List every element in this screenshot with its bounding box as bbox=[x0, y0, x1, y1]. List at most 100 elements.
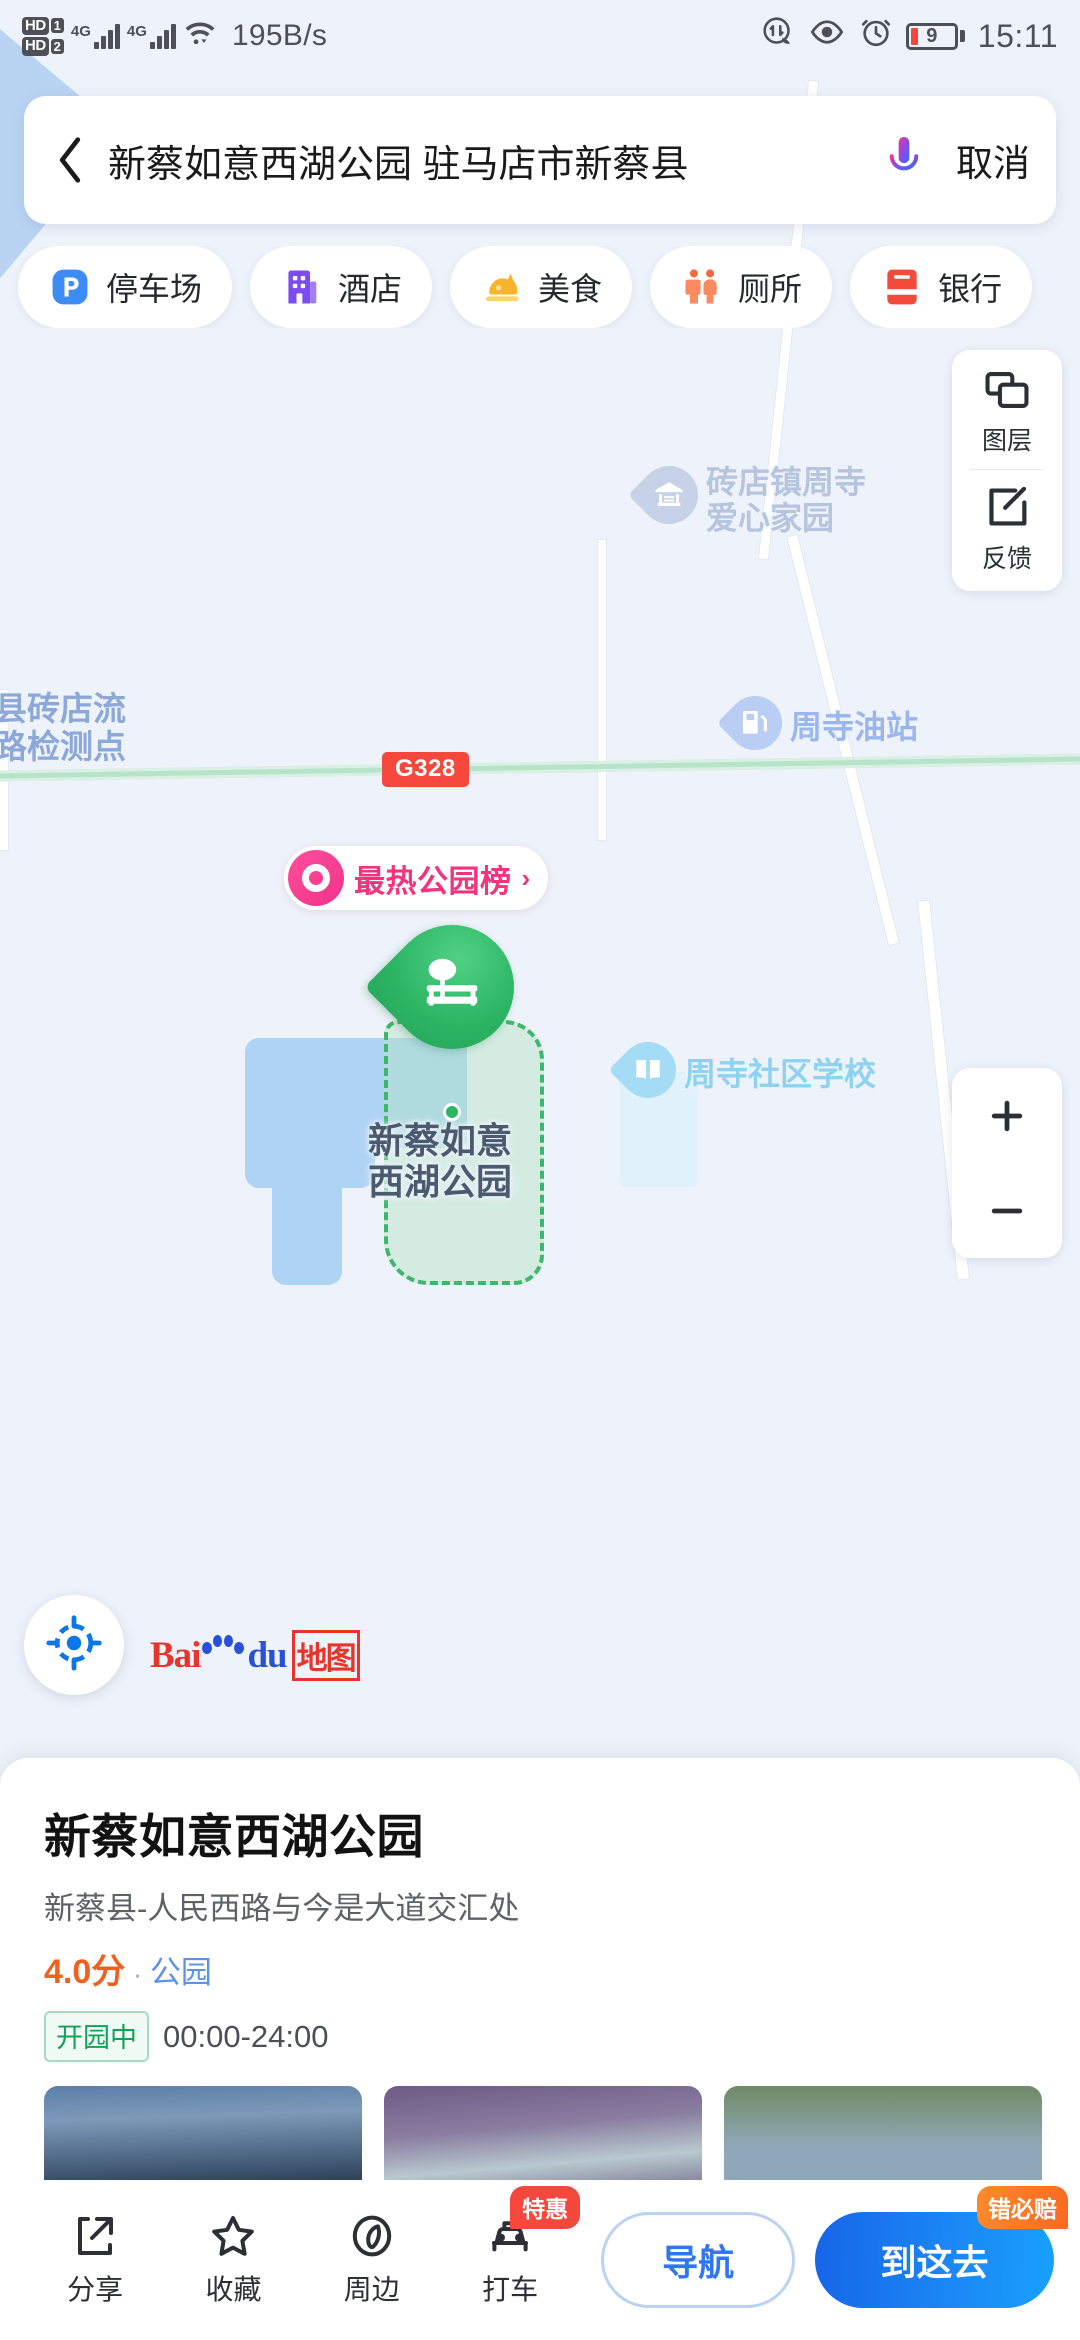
map-poi-label: 周寺社区学校 bbox=[684, 1056, 877, 1093]
map-park-block bbox=[272, 1130, 342, 1285]
map-poi-school[interactable]: 周寺社区学校 bbox=[608, 1030, 877, 1110]
layers-label: 图层 bbox=[981, 427, 1032, 455]
bottom-item-label: 分享 bbox=[67, 2274, 124, 2305]
back-chevron-icon[interactable] bbox=[42, 132, 98, 188]
poi-address: 新蔡县-人民西路与今是大道交汇处 bbox=[44, 1891, 520, 1926]
bottom-action-bar[interactable]: 分享 收藏 周边 特惠 打车 导航 错必赔 到这去 bbox=[0, 2180, 1080, 2340]
battery-percent-label: 9 bbox=[926, 24, 938, 47]
bank-icon bbox=[880, 265, 924, 309]
map-poi-label: 周寺油站 bbox=[790, 709, 919, 746]
hot-ranking-label: 最热公园榜 bbox=[354, 863, 512, 899]
logo-bai-text: Bai bbox=[150, 1635, 201, 1676]
map-poi-gas-station[interactable]: 周寺油站 bbox=[716, 684, 919, 762]
opening-hours: 00:00-24:00 bbox=[163, 2018, 329, 2054]
go-here-button[interactable]: 错必赔 到这去 bbox=[814, 2186, 1069, 2308]
locate-crosshair-icon bbox=[46, 1614, 102, 1676]
selected-poi-marker[interactable] bbox=[364, 899, 540, 1075]
bottom-item-label: 收藏 bbox=[205, 2274, 262, 2305]
edit-feedback-icon bbox=[985, 486, 1029, 533]
share-button[interactable]: 分享 bbox=[26, 2212, 164, 2308]
wifi-icon bbox=[183, 18, 217, 54]
park-tree-bench-icon bbox=[390, 925, 514, 1049]
food-icon bbox=[480, 265, 524, 309]
go-here-label: 到这去 bbox=[880, 2242, 989, 2283]
hd2-sim-number: 2 bbox=[50, 38, 64, 54]
status-bar: HD 1 HD 2 4G 4G 195B/s 9 15:11 bbox=[0, 0, 1080, 72]
map-poi-community[interactable]: 砖店镇周寺 爱心家园 bbox=[627, 453, 867, 537]
marker-anchor-dot bbox=[443, 1103, 461, 1121]
chip-label: 美食 bbox=[538, 271, 603, 307]
navigate-label: 导航 bbox=[662, 2242, 735, 2283]
status-badge: 开园中 bbox=[44, 2011, 149, 2062]
poi-hours-row: 开园中 00:00-24:00 bbox=[44, 2011, 1036, 2062]
meta-separator: · bbox=[133, 1959, 142, 1989]
chip-food[interactable]: 美食 bbox=[450, 246, 633, 328]
chip-label: 厕所 bbox=[738, 271, 803, 307]
signal-indicator-sim1: 4G bbox=[70, 22, 120, 49]
map-tools-panel[interactable]: 图层 反馈 bbox=[952, 350, 1062, 591]
hot-park-ranking-badge[interactable]: 最热公园榜 › bbox=[284, 846, 549, 910]
go-guarantee-badge: 错必赔 bbox=[977, 2186, 1069, 2229]
layers-button[interactable]: 图层 bbox=[952, 354, 1062, 469]
star-icon bbox=[212, 2216, 255, 2256]
feedback-label: 反馈 bbox=[981, 545, 1032, 573]
taxi-promo-badge: 特惠 bbox=[510, 2186, 581, 2229]
search-bar[interactable]: 新蔡如意西湖公园 驻马店市新蔡县 取消 bbox=[24, 96, 1056, 224]
toilet-icon bbox=[680, 265, 724, 309]
zoom-out-button[interactable] bbox=[952, 1163, 1062, 1258]
rating-value: 4.0分 bbox=[44, 1953, 126, 1991]
poi-meta-row: 4.0分 · 公园 bbox=[44, 1944, 1036, 1993]
volte-hd-indicators: HD 1 HD 2 bbox=[22, 16, 64, 56]
app-root: G328 县砖店流 路检测点 砖店镇周寺 爱心家园 周寺油站 周寺社区学校 最热… bbox=[0, 0, 1080, 2340]
hotel-icon bbox=[280, 265, 324, 309]
parking-icon bbox=[48, 265, 92, 309]
hot-ranking-icon bbox=[288, 850, 344, 906]
locate-me-button[interactable] bbox=[24, 1595, 124, 1695]
hd2-badge: HD bbox=[22, 37, 49, 56]
logo-cn-text: 地图 bbox=[291, 1630, 360, 1681]
taxi-button[interactable]: 特惠 打车 bbox=[441, 2186, 581, 2308]
baidu-map-logo: Bai du 地图 bbox=[150, 1630, 360, 1681]
zoom-controls[interactable] bbox=[952, 1068, 1062, 1258]
logo-du-text: du bbox=[247, 1635, 287, 1676]
gas-station-icon bbox=[716, 684, 794, 762]
poi-category-link[interactable]: 公园 bbox=[150, 1947, 212, 1992]
feedback-button[interactable]: 反馈 bbox=[952, 470, 1062, 587]
alarm-clock-icon bbox=[859, 15, 893, 57]
baidu-paw-icon bbox=[200, 1634, 245, 1668]
community-building-icon bbox=[627, 453, 711, 536]
map-minor-road bbox=[598, 540, 606, 840]
nearby-button[interactable]: 周边 bbox=[303, 2212, 441, 2308]
battery-icon: 9 bbox=[905, 22, 965, 50]
search-input[interactable]: 新蔡如意西湖公园 驻马店市新蔡县 bbox=[108, 133, 874, 188]
map-label-inspection-point: 县砖店流 路检测点 bbox=[0, 690, 126, 766]
selected-poi-label: 新蔡如意 西湖公园 bbox=[368, 1120, 513, 1203]
data-saver-icon bbox=[761, 15, 795, 57]
microphone-icon[interactable] bbox=[874, 130, 934, 190]
favorite-button[interactable]: 收藏 bbox=[164, 2212, 302, 2308]
network-type-label: 4G bbox=[70, 22, 91, 40]
page-title: 新蔡如意西湖公园 bbox=[44, 1810, 424, 1863]
zoom-in-button[interactable] bbox=[952, 1068, 1062, 1163]
hd1-sim-number: 1 bbox=[50, 18, 64, 34]
chip-toilet[interactable]: 厕所 bbox=[650, 246, 833, 328]
signal-indicator-sim2: 4G bbox=[127, 23, 176, 49]
hd1-badge: HD bbox=[22, 16, 49, 35]
chevron-right-icon: › bbox=[521, 862, 531, 893]
school-book-icon bbox=[608, 1030, 688, 1110]
bottom-item-label: 打车 bbox=[482, 2274, 539, 2305]
chip-parking[interactable]: 停车场 bbox=[18, 246, 233, 328]
cancel-button[interactable]: 取消 bbox=[956, 133, 1030, 187]
chip-label: 银行 bbox=[938, 271, 1003, 307]
chip-bank[interactable]: 银行 bbox=[850, 246, 1033, 328]
navigate-button[interactable]: 导航 bbox=[601, 2212, 795, 2308]
compass-icon bbox=[352, 2215, 391, 2257]
eye-comfort-icon bbox=[808, 17, 846, 55]
share-icon bbox=[78, 2217, 114, 2255]
highway-shield-label: G328 bbox=[382, 752, 469, 787]
chip-label: 停车场 bbox=[106, 271, 203, 307]
map-poi-label: 砖店镇周寺 爱心家园 bbox=[706, 464, 867, 536]
network-speed-label: 195B/s bbox=[231, 19, 328, 52]
chip-hotel[interactable]: 酒店 bbox=[250, 246, 433, 328]
category-chip-row[interactable]: 停车场 酒店 美食 厕所 银行 bbox=[0, 246, 1080, 328]
